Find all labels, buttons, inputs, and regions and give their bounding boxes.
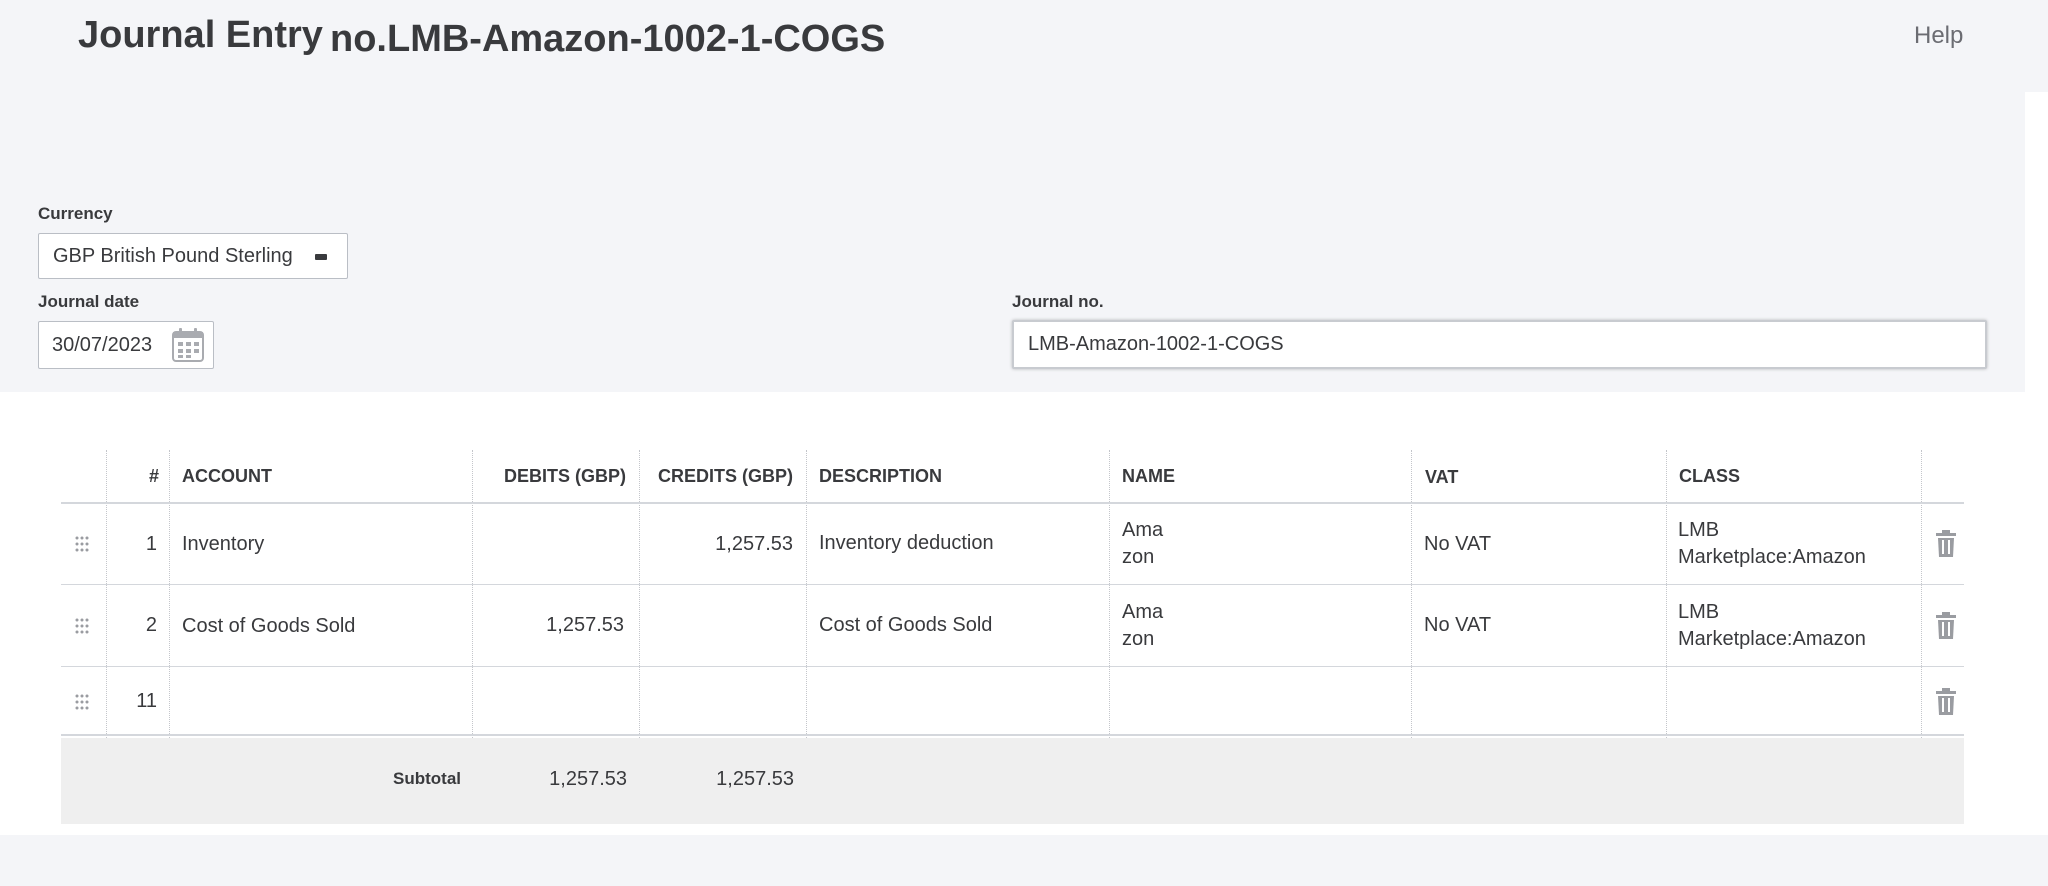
journal-lines-table: # ACCOUNT DEBITS (GBP) CREDITS (GBP) DES… (61, 450, 1964, 824)
journal-date-label: Journal date (38, 292, 140, 311)
journal-no-label: Journal no. (1012, 292, 1104, 311)
debits-cell[interactable]: 1,257.53 (481, 612, 624, 639)
column-divider (1921, 450, 1922, 738)
column-header-description: DESCRIPTION (819, 466, 943, 486)
row-divider (61, 584, 1964, 585)
currency-select[interactable]: GBP British Pound Sterling (38, 233, 348, 279)
name-cell[interactable]: Ama zon (1122, 517, 1163, 571)
credits-cell[interactable]: 1,257.53 (647, 531, 793, 558)
row-divider (61, 734, 1964, 736)
name-line: Ama (1122, 601, 1164, 623)
currency-value: GBP British Pound Sterling (53, 245, 293, 267)
line-number: 2 (145, 614, 157, 636)
bottom-strip (0, 835, 2048, 886)
column-divider (806, 450, 807, 738)
currency-label: Currency (38, 204, 113, 223)
name-line: zon (1122, 546, 1155, 568)
right-edge-strip (2025, 92, 2048, 392)
column-header-debits: DEBITS (GBP) (503, 466, 626, 486)
trash-icon[interactable] (1935, 688, 1957, 716)
class-line: Marketplace:Amazon (1678, 546, 1866, 568)
name-line: zon (1122, 628, 1155, 650)
trash-icon[interactable] (1935, 612, 1957, 640)
column-header-account: ACCOUNT (182, 466, 272, 486)
journal-number-title: no.LMB-Amazon-1002-1-COGS (330, 18, 886, 60)
description-cell[interactable]: Inventory deduction (819, 530, 994, 557)
column-header-number: # (148, 466, 159, 486)
journal-no-value: LMB-Amazon-1002-1-COGS (1028, 333, 1284, 355)
class-line: LMB (1678, 601, 1720, 623)
line-number: 1 (145, 533, 157, 555)
vat-cell[interactable]: No VAT (1424, 612, 1491, 639)
column-divider (639, 450, 640, 738)
account-cell[interactable]: Inventory (182, 531, 264, 558)
line-number: 11 (136, 690, 157, 712)
header-divider (61, 502, 1964, 504)
class-cell[interactable]: LMB Marketplace:Amazon (1678, 517, 1866, 571)
journal-date-input[interactable]: 30/07/2023 (38, 321, 214, 369)
page-title: Journal Entry (78, 14, 323, 56)
column-header-credits: CREDITS (GBP) (658, 466, 793, 486)
description-cell[interactable]: Cost of Goods Sold (819, 612, 992, 639)
column-header-class: CLASS (1679, 466, 1741, 486)
name-cell[interactable]: Ama zon (1122, 599, 1163, 653)
journal-no-input[interactable]: LMB-Amazon-1002-1-COGS (1012, 320, 1987, 369)
column-divider (169, 450, 170, 738)
column-divider (472, 450, 473, 738)
class-cell[interactable]: LMB Marketplace:Amazon (1678, 599, 1866, 653)
calendar-icon[interactable] (171, 327, 205, 363)
column-divider (1109, 450, 1110, 738)
account-cell[interactable]: Cost of Goods Sold (182, 613, 355, 640)
class-line: LMB (1678, 519, 1720, 541)
subtotal-credits: 1,257.53 (716, 768, 794, 790)
column-header-name: NAME (1122, 466, 1175, 486)
column-header-vat: VAT (1425, 467, 1459, 487)
help-link[interactable]: Help (1914, 22, 1963, 50)
column-divider (1666, 450, 1667, 738)
row-divider (61, 666, 1964, 667)
drag-handle-icon[interactable] (74, 618, 90, 634)
name-line: Ama (1122, 519, 1164, 541)
journal-date-value: 30/07/2023 (52, 334, 153, 356)
trash-icon[interactable] (1935, 530, 1957, 558)
drag-handle-icon[interactable] (74, 694, 90, 710)
column-divider (106, 450, 107, 738)
drag-handle-icon[interactable] (74, 536, 90, 552)
class-line: Marketplace:Amazon (1678, 628, 1866, 650)
vat-cell[interactable]: No VAT (1424, 531, 1491, 558)
subtotal-debits: 1,257.53 (549, 768, 627, 790)
subtotal-label: Subtotal (393, 769, 461, 788)
dropdown-icon[interactable] (315, 254, 327, 260)
column-divider (1411, 450, 1412, 738)
